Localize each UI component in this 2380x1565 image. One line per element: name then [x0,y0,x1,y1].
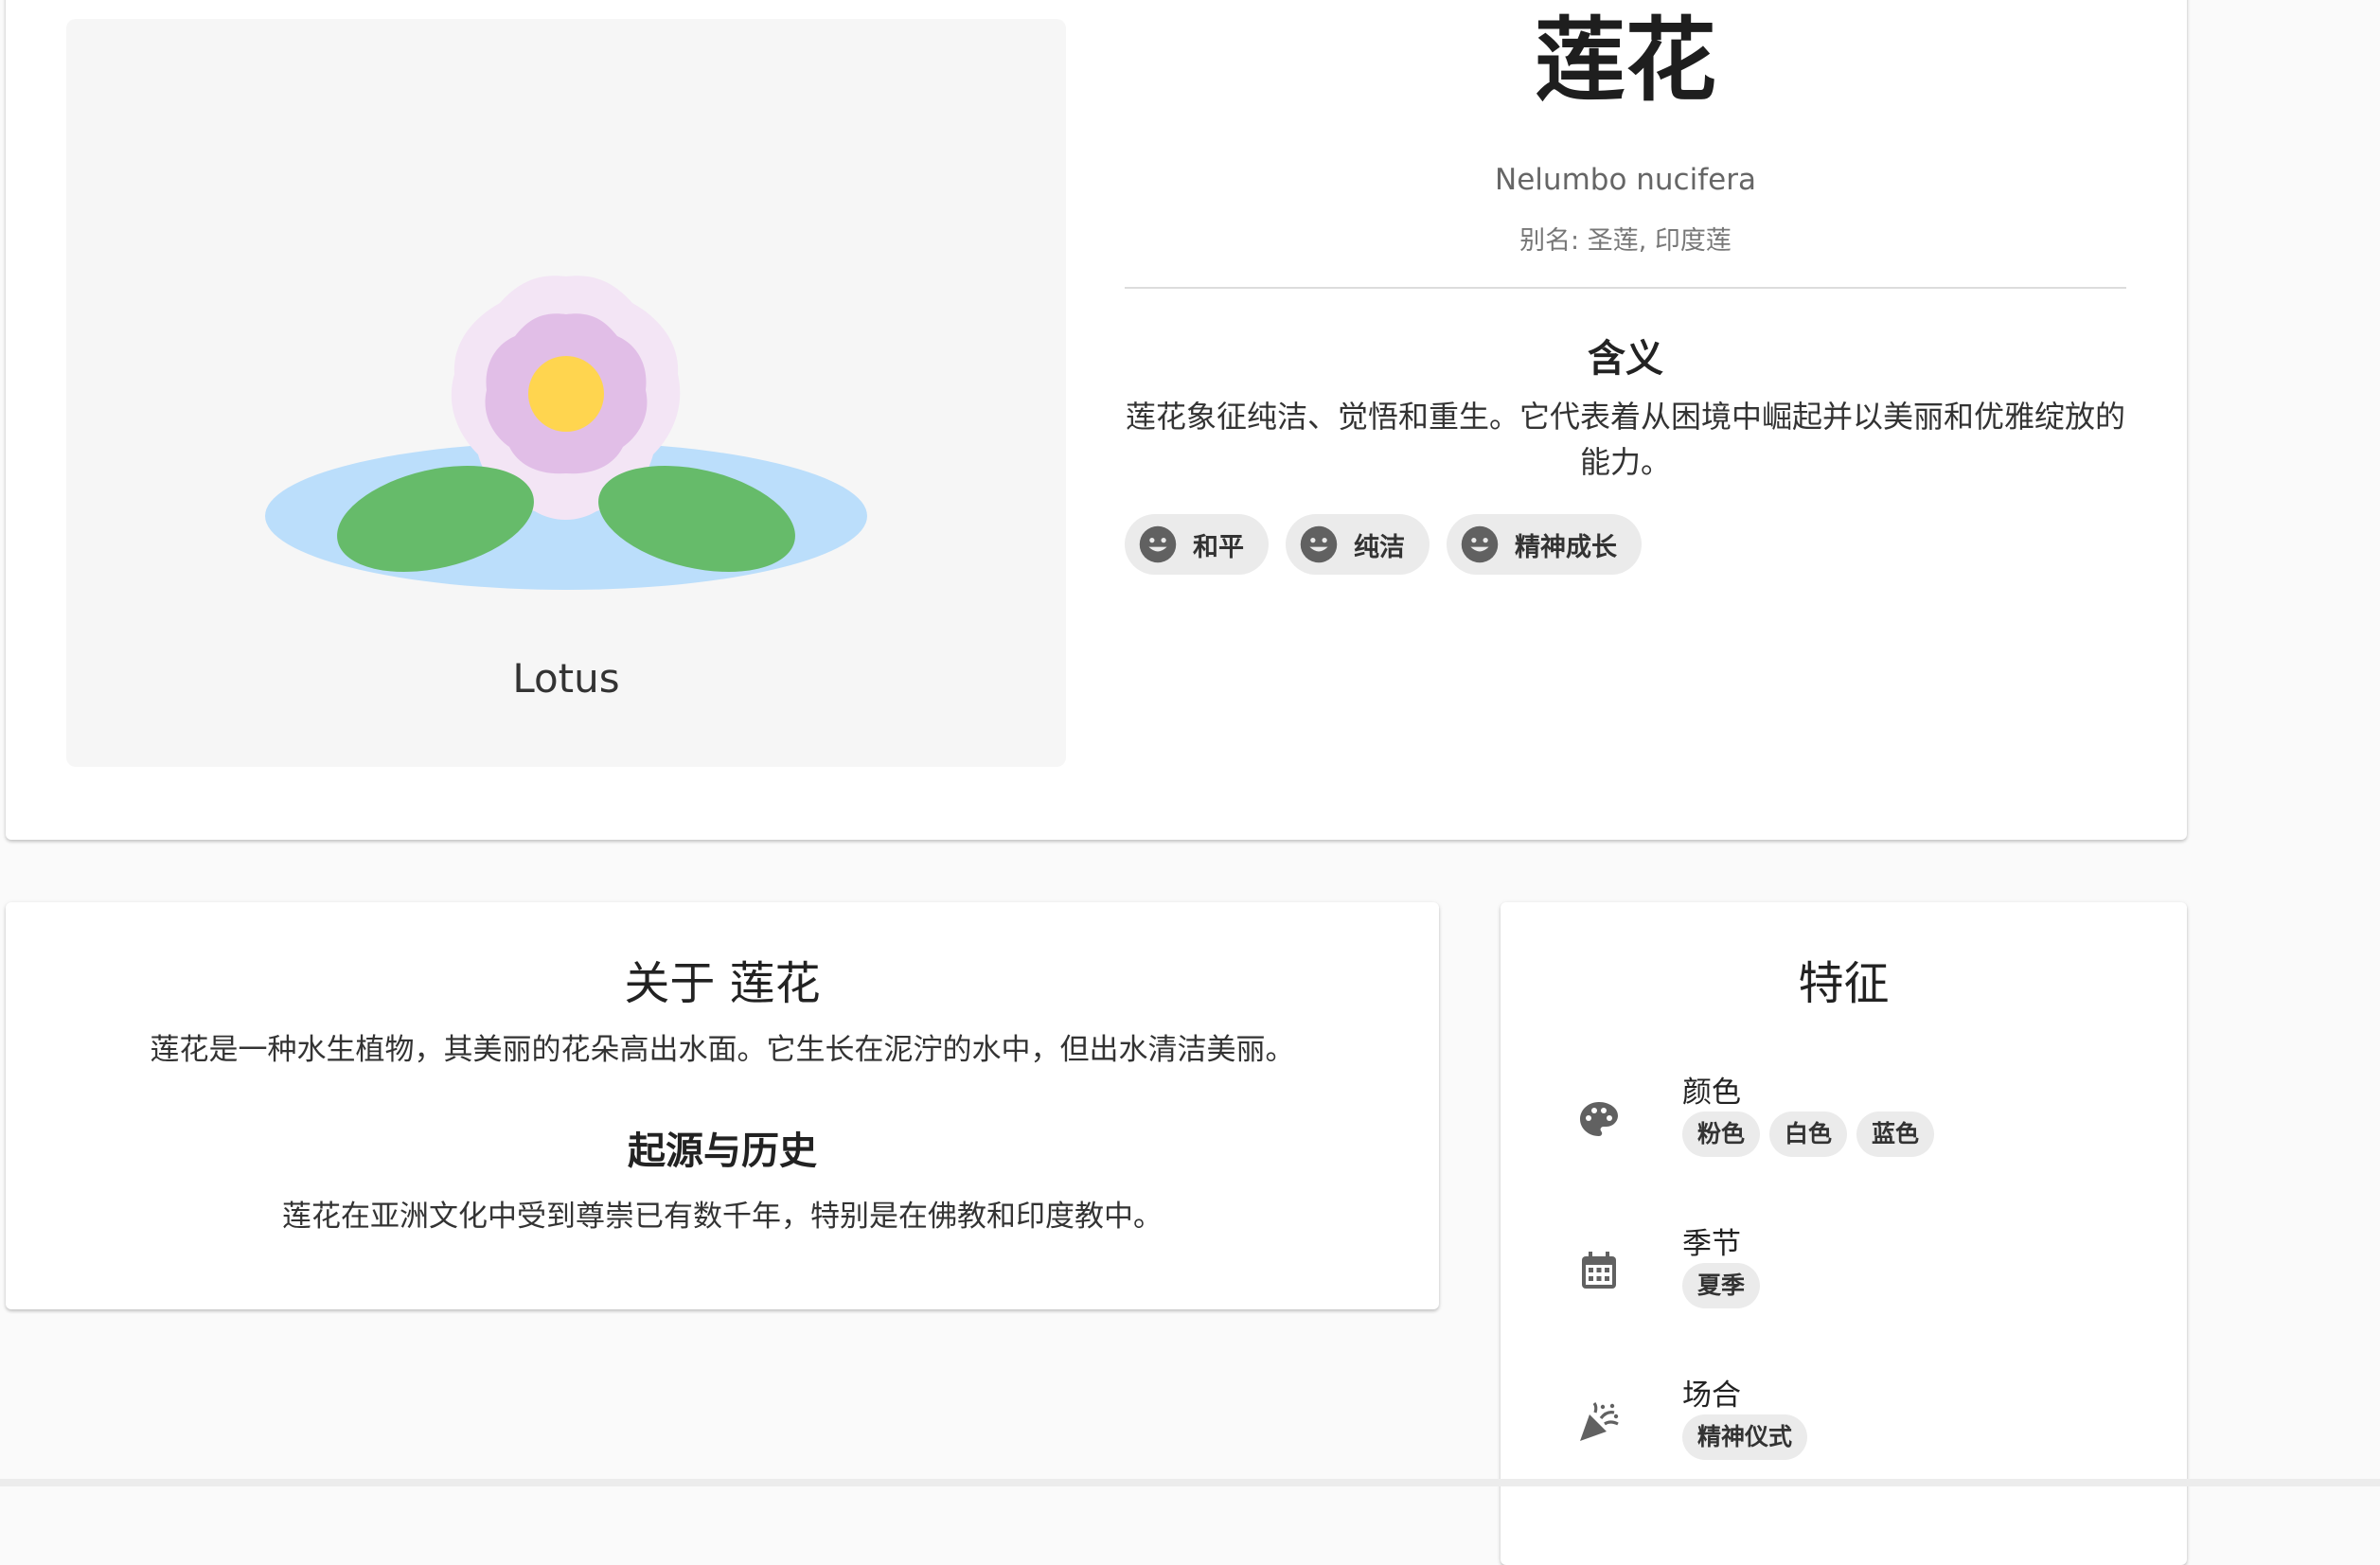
tag-pink[interactable]: 粉色 [1682,1112,1761,1157]
smiley-face-icon [1139,525,1177,563]
about-card: 关于 莲花 莲花是一种水生植物，其美丽的花朵高出水面。它生长在泥泞的水中，但出水… [6,902,1439,1309]
chip-label: 纯洁 [1354,532,1405,562]
calendar-icon [1582,1252,1616,1289]
tag-blue[interactable]: 蓝色 [1856,1112,1935,1157]
features-title: 特征 [1798,957,1890,1010]
features-card: 特征 颜色 粉色 白色 蓝色 季节 夏季 场合 精神仪式 [1501,902,2187,1565]
chip-label: 精神成长 [1515,532,1617,562]
bottom-scroll-edge [0,1479,2380,1486]
feature-label: 场合 [1682,1378,1741,1413]
flower-alias: 别名: 圣莲, 印度莲 [1519,226,1732,256]
about-text: 莲花是一种水生植物，其美丽的花朵高出水面。它生长在泥泞的水中，但出水清洁美丽。 [150,1033,1295,1067]
history-heading: 起源与历史 [628,1129,817,1173]
tag-summer[interactable]: 夏季 [1682,1263,1761,1308]
chip-label: 和平 [1193,532,1244,562]
feature-row-occasion: 场合 精神仪式 [1501,1371,2187,1485]
flower-hero-card: Lotus 莲花 Nelumbo nucifera 别名: 圣莲, 印度莲 含义… [6,0,2187,840]
feature-row-color: 颜色 粉色 白色 蓝色 [1501,1068,2187,1182]
divider [1125,287,2126,289]
tag-spiritual-ceremony[interactable]: 精神仪式 [1682,1414,1808,1460]
tag-white[interactable]: 白色 [1769,1112,1848,1157]
meaning-chip-spiritual-growth[interactable]: 精神成长 [1447,514,1642,575]
feature-tags: 精神仪式 [1682,1414,1808,1460]
meaning-chip-peace[interactable]: 和平 [1125,514,1269,575]
smiley-face-icon [1300,525,1338,563]
feature-label: 季节 [1682,1227,1741,1261]
image-caption: Lotus [512,655,620,702]
feature-row-season: 季节 夏季 [1501,1219,2187,1333]
about-title: 关于 莲花 [624,957,821,1010]
feature-label: 颜色 [1682,1076,1741,1110]
lotus-center [528,356,604,432]
celebration-icon [1580,1402,1619,1441]
meaning-text: 莲花象征纯洁、觉悟和重生。它代表着从困境中崛起并以美丽和优雅绽放的能力。 [1125,399,2125,480]
flower-image-panel: Lotus [66,19,1066,767]
meaning-chips: 和平 纯洁 精神成长 [1125,514,1642,575]
scientific-name: Nelumbo nucifera [1495,163,1756,197]
palette-icon [1580,1102,1618,1136]
meaning-chip-purity[interactable]: 纯洁 [1286,514,1430,575]
history-text: 莲花在亚洲文化中受到尊崇已有数千年，特别是在佛教和印度教中。 [282,1200,1163,1234]
meaning-heading: 含义 [1588,337,1663,381]
flower-title: 莲花 [1535,8,1716,114]
feature-tags: 粉色 白色 蓝色 [1682,1112,1935,1157]
feature-tags: 夏季 [1682,1263,1761,1308]
smiley-face-icon [1461,525,1499,563]
